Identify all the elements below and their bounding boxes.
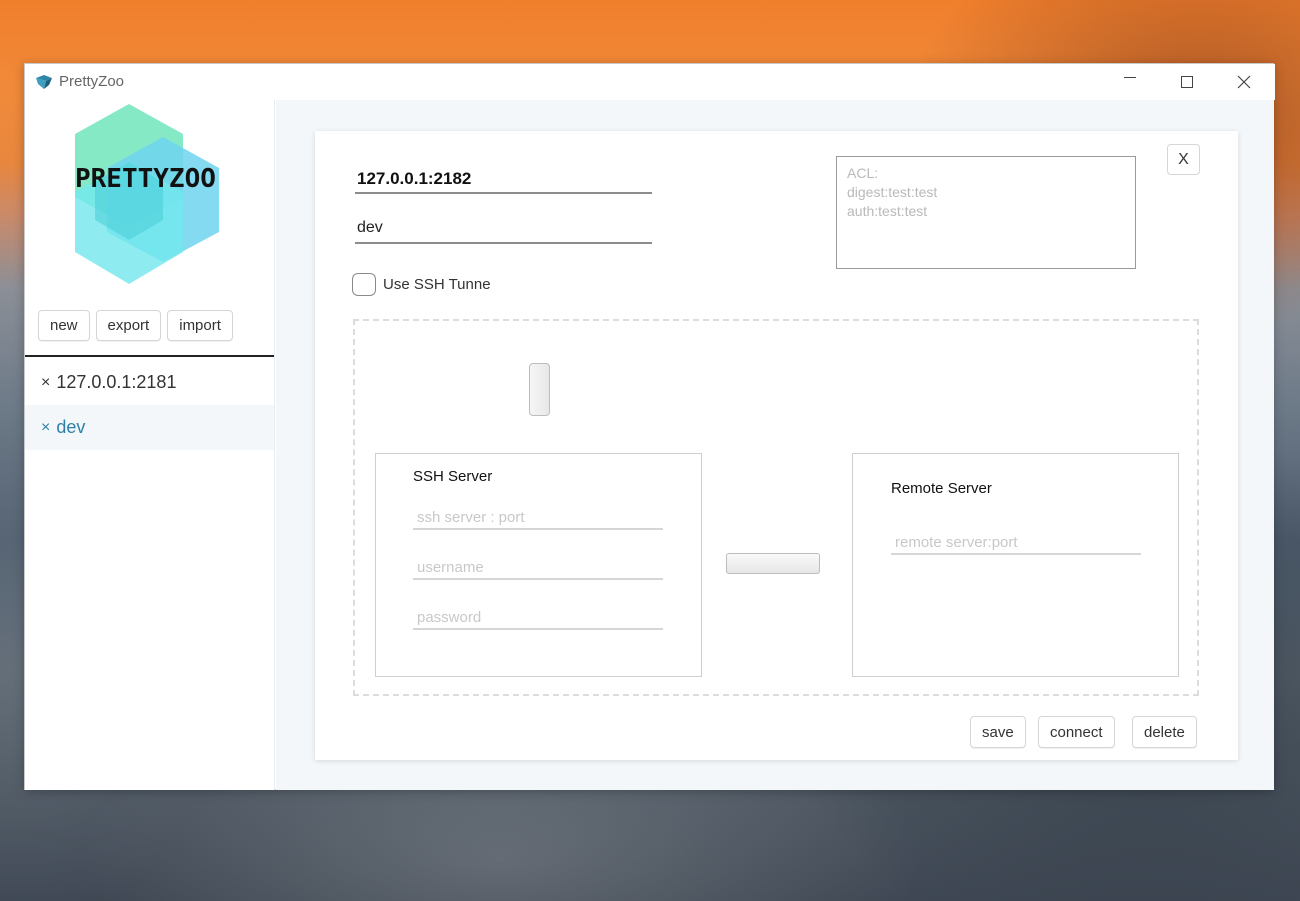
ssh-server-box: SSH Server ssh server : port username pa… <box>375 453 702 677</box>
new-button[interactable]: new <box>38 310 90 341</box>
server-item-label: dev <box>56 417 86 437</box>
app-window: PrettyZoo PRETTYZOO new export import × … <box>24 63 1275 790</box>
ssh-server-input[interactable]: ssh server : port <box>413 504 663 530</box>
delete-button[interactable]: delete <box>1132 716 1197 748</box>
acl-textarea[interactable]: ACL: digest:test:test auth:test:test <box>836 156 1136 269</box>
save-button[interactable]: save <box>970 716 1026 748</box>
export-button[interactable]: export <box>95 310 162 341</box>
host-field[interactable]: 127.0.0.1:2182 <box>355 164 652 194</box>
minimize-icon <box>1124 76 1136 78</box>
ssh-tunnel-checkbox[interactable]: Use SSH Tunne <box>352 273 491 296</box>
connect-button-wrap: connect <box>1038 716 1115 748</box>
title-bar[interactable]: PrettyZoo <box>25 64 1275 100</box>
connect-button[interactable]: connect <box>1038 716 1115 748</box>
remote-server-title: Remote Server <box>891 480 992 497</box>
prettyzoo-logo: PRETTYZOO <box>75 104 219 284</box>
close-icon <box>1237 75 1251 89</box>
server-list: × 127.0.0.1:2181 × dev <box>25 360 274 450</box>
remote-server-box: Remote Server remote server:port <box>852 453 1179 677</box>
maximize-button[interactable] <box>1158 64 1216 100</box>
acl-placeholder-line: auth:test:test <box>847 203 928 219</box>
sidebar-divider <box>25 355 274 357</box>
minimize-button[interactable] <box>1101 64 1159 100</box>
ssh-tunnel-label: Use SSH Tunne <box>383 276 491 293</box>
import-button[interactable]: import <box>167 310 233 341</box>
disconnected-icon: × <box>41 418 51 436</box>
acl-placeholder-line: ACL: <box>847 165 879 181</box>
acl-placeholder-line: digest:test:test <box>847 184 938 200</box>
server-config-card: 127.0.0.1:2182 dev ACL: digest:test:test… <box>315 131 1238 760</box>
disconnected-icon: × <box>41 373 51 391</box>
delete-button-wrap: delete <box>1132 716 1197 748</box>
remote-server-input[interactable]: remote server:port <box>891 529 1141 555</box>
close-config-button[interactable]: X <box>1167 144 1200 175</box>
server-item-label: 127.0.0.1:2181 <box>56 372 177 392</box>
ssh-password-input[interactable]: password <box>413 604 663 630</box>
main-panel: 127.0.0.1:2182 dev ACL: digest:test:test… <box>276 100 1274 790</box>
server-item-127-0-0-1-2181[interactable]: × 127.0.0.1:2181 <box>25 360 274 405</box>
ssh-tunnel-panel: SSH Server ssh server : port username pa… <box>353 319 1199 696</box>
server-item-dev[interactable]: × dev <box>25 405 274 450</box>
alias-field[interactable]: dev <box>355 214 652 244</box>
vertical-slider-handle[interactable] <box>529 363 550 416</box>
ssh-server-title: SSH Server <box>413 468 493 485</box>
svg-text:PRETTYZOO: PRETTYZOO <box>75 164 216 194</box>
maximize-icon <box>1181 76 1193 88</box>
app-icon <box>36 75 52 89</box>
horizontal-slider-handle[interactable] <box>726 553 820 574</box>
close-window-button[interactable] <box>1215 64 1273 100</box>
sidebar-actions: new export import <box>38 310 233 341</box>
checkbox-box[interactable] <box>352 273 376 296</box>
window-title: PrettyZoo <box>59 73 125 90</box>
save-button-wrap: save <box>970 716 1026 748</box>
sidebar: PRETTYZOO new export import × 127.0.0.1:… <box>25 100 275 790</box>
ssh-username-input[interactable]: username <box>413 554 663 580</box>
